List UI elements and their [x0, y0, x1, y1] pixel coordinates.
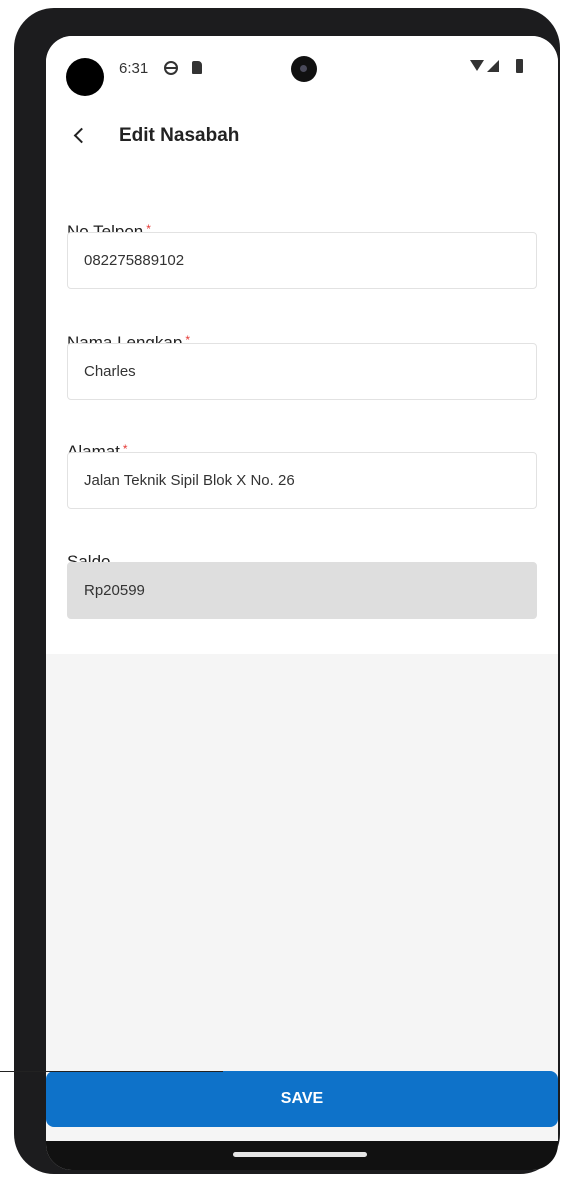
save-button[interactable]: SAVE: [46, 1071, 558, 1127]
signal-icon: [487, 60, 499, 72]
phone-frame: 6:31 Edit Nasabah No Telpon* 08227588910…: [14, 8, 560, 1174]
home-indicator[interactable]: [233, 1152, 367, 1157]
globe-icon: [164, 61, 178, 75]
full-name-field[interactable]: Charles: [67, 343, 537, 400]
balance-field: Rp20599: [67, 562, 537, 619]
address-field[interactable]: Jalan Teknik Sipil Blok X No. 26: [67, 452, 537, 509]
page-title: Edit Nasabah: [119, 125, 240, 146]
navigation-bar: [46, 1141, 558, 1170]
battery-icon: [516, 59, 523, 73]
app-screen: 6:31 Edit Nasabah No Telpon* 08227588910…: [46, 36, 558, 1170]
sim-card-icon: [192, 61, 202, 74]
front-camera: [291, 56, 317, 82]
avatar: [66, 58, 104, 96]
phone-field[interactable]: 082275889102: [67, 232, 537, 289]
annotation-line: [0, 1071, 223, 1072]
form-area: 6:31 Edit Nasabah No Telpon* 08227588910…: [46, 36, 558, 654]
wifi-icon: [470, 60, 484, 71]
status-time: 6:31: [119, 60, 149, 77]
back-icon[interactable]: [70, 124, 90, 148]
status-bar: 6:31: [46, 36, 558, 98]
app-bar: Edit Nasabah: [46, 114, 558, 158]
